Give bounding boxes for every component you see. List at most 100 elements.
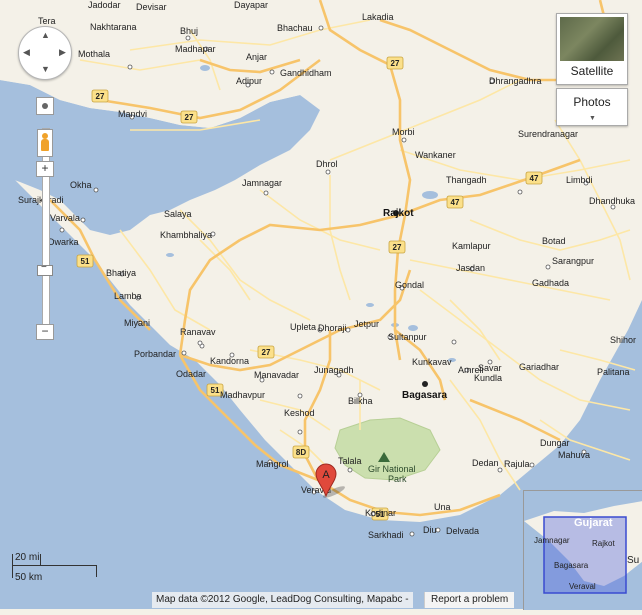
overview-rajkot: Rajkot bbox=[592, 539, 615, 548]
scale-km: 50 km bbox=[15, 572, 43, 583]
pan-right-icon[interactable]: ▶ bbox=[59, 48, 66, 57]
svg-text:Kundla: Kundla bbox=[474, 373, 502, 383]
place-bilkha: Bilkha bbox=[348, 396, 373, 406]
place-thangadh: Thangadh bbox=[446, 175, 487, 185]
place-khambhaliya: Khambhaliya bbox=[160, 230, 212, 240]
place-botad: Botad bbox=[542, 236, 566, 246]
place-manavadar: Manavadar bbox=[254, 370, 299, 380]
chevron-down-icon: ▼ bbox=[589, 115, 596, 122]
place-rajula: Rajula bbox=[504, 459, 530, 469]
place-devisar: Devisar bbox=[136, 2, 167, 12]
place-sarangpur: Sarangpur bbox=[552, 256, 594, 266]
place-gandhidham: Gandhidham bbox=[280, 68, 332, 78]
place-kamlapur: Kamlapur bbox=[452, 241, 491, 251]
shield-label: 51 bbox=[81, 257, 90, 266]
overview-bagasara: Bagasara bbox=[554, 561, 589, 570]
satellite-button[interactable]: Satellite bbox=[556, 13, 628, 85]
place-mandvi: Mandvi bbox=[118, 109, 147, 119]
place-talala: Talala bbox=[338, 456, 362, 466]
place-jetpur: Jetpur bbox=[354, 319, 379, 329]
report-problem-link[interactable]: Report a problem bbox=[424, 592, 515, 608]
place-jasdan: Jasdan bbox=[456, 263, 485, 273]
shield-label: 47 bbox=[451, 198, 460, 207]
place-kandorna: Kandorna bbox=[210, 356, 249, 366]
place-varvala: Varvala bbox=[50, 213, 80, 223]
shield-label: 8D bbox=[296, 448, 306, 457]
overview-jamnagar: Jamnagar bbox=[534, 536, 570, 545]
reset-icon[interactable] bbox=[36, 97, 54, 115]
pan-left-icon[interactable]: ◀ bbox=[23, 48, 30, 57]
shield-label: 27 bbox=[185, 113, 194, 122]
photos-button[interactable]: Photos ▼ bbox=[556, 88, 628, 126]
place-dhandhuka: Dhandhuka bbox=[589, 196, 635, 206]
zoom-in-button[interactable]: + bbox=[36, 161, 54, 177]
pan-up-icon[interactable]: ▲ bbox=[41, 31, 50, 40]
place-palitana: Palitana bbox=[597, 367, 630, 377]
photos-label: Photos bbox=[573, 95, 611, 109]
place-okha: Okha bbox=[70, 180, 92, 190]
place-lamba: Lamba bbox=[114, 291, 142, 301]
place-salaya: Salaya bbox=[164, 209, 192, 219]
place-lakadia: Lakadia bbox=[362, 12, 394, 22]
pan-control[interactable]: ▲ ◀ ▶ ▼ bbox=[18, 26, 72, 80]
place-adipur: Adipur bbox=[236, 76, 262, 86]
zoom-out-button[interactable]: − bbox=[36, 324, 54, 340]
place-porbandar: Porbandar bbox=[134, 349, 176, 359]
shield-label: 27 bbox=[391, 59, 400, 68]
place-dhoraji: Dhoraji bbox=[318, 323, 347, 333]
place-mahuva: Mahuva bbox=[558, 450, 590, 460]
place-wankaner: Wankaner bbox=[415, 150, 456, 160]
place-junagadh: Junagadh bbox=[314, 365, 354, 375]
place-nakhtarana: Nakhtarana bbox=[90, 22, 137, 32]
shield-label: 27 bbox=[96, 92, 105, 101]
zoom-slider-label: − bbox=[41, 262, 47, 273]
place-jadodar: Jadodar bbox=[88, 0, 121, 10]
place-madhapar: Madhapar bbox=[175, 44, 216, 54]
place-tera: Tera bbox=[38, 16, 56, 26]
place-ranavav: Ranavav bbox=[180, 327, 216, 337]
place-dhrol: Dhrol bbox=[316, 159, 338, 169]
place-keshod: Keshod bbox=[284, 408, 315, 418]
place-bhachau: Bhachau bbox=[277, 23, 313, 33]
place-rajkot: Rajkot bbox=[383, 208, 414, 219]
pegman-icon[interactable] bbox=[37, 129, 53, 157]
place-anjar: Anjar bbox=[246, 52, 267, 62]
overview-su: Su bbox=[627, 555, 639, 566]
place-mangrol: Mangrol bbox=[256, 459, 289, 469]
place-kunkavav: Kunkavav bbox=[412, 357, 452, 367]
place-odadar: Odadar bbox=[176, 369, 206, 379]
scale-bar: 20 mi 50 km bbox=[10, 552, 100, 586]
shield-label: 27 bbox=[317, 201, 326, 210]
scale-miles: 20 mi bbox=[15, 552, 40, 563]
place-delvada: Delvada bbox=[446, 526, 479, 536]
place-dedan: Dedan bbox=[472, 458, 499, 468]
place-una: Una bbox=[434, 502, 451, 512]
place-surendranagar: Surendranagar bbox=[518, 129, 578, 139]
place-dayapar: Dayapar bbox=[234, 0, 268, 10]
shield-label: 27 bbox=[262, 348, 271, 357]
shield-label: 27 bbox=[393, 243, 402, 252]
place-bhuj: Bhuj bbox=[180, 26, 198, 36]
shield-label: 51 bbox=[211, 386, 220, 395]
place-diu: Diu bbox=[423, 525, 437, 535]
place-kodinar: Kodinar bbox=[365, 508, 396, 518]
place-bhatiya: Bhatiya bbox=[106, 268, 136, 278]
place-shihor: Shihor bbox=[610, 335, 636, 345]
shield-label: 47 bbox=[530, 174, 539, 183]
svg-text:Savar: Savar bbox=[478, 363, 502, 373]
zoom-slider-handle[interactable]: − bbox=[37, 262, 53, 276]
place-surajkaradi: Surajkaradi bbox=[18, 195, 64, 205]
place-upleta: Upleta bbox=[290, 322, 316, 332]
place-dhrangadhra: Dhrangadhra bbox=[489, 76, 542, 86]
overview-veraval: Veraval bbox=[569, 582, 596, 591]
pan-down-icon[interactable]: ▼ bbox=[41, 65, 50, 74]
zoom-track[interactable] bbox=[42, 128, 50, 338]
place-park: Park bbox=[388, 474, 407, 484]
place-mothala: Mothala bbox=[78, 49, 110, 59]
place-jamnagar: Jamnagar bbox=[242, 178, 282, 188]
place-bagasara: Bagasara bbox=[402, 390, 447, 401]
place-sultanpur: Sultanpur bbox=[388, 332, 427, 342]
overview-map[interactable]: Gujarat Jamnagar Rajkot Bagasara Veraval… bbox=[523, 490, 642, 610]
satellite-label: Satellite bbox=[570, 64, 614, 78]
overview-gujarat: Gujarat bbox=[574, 517, 613, 529]
